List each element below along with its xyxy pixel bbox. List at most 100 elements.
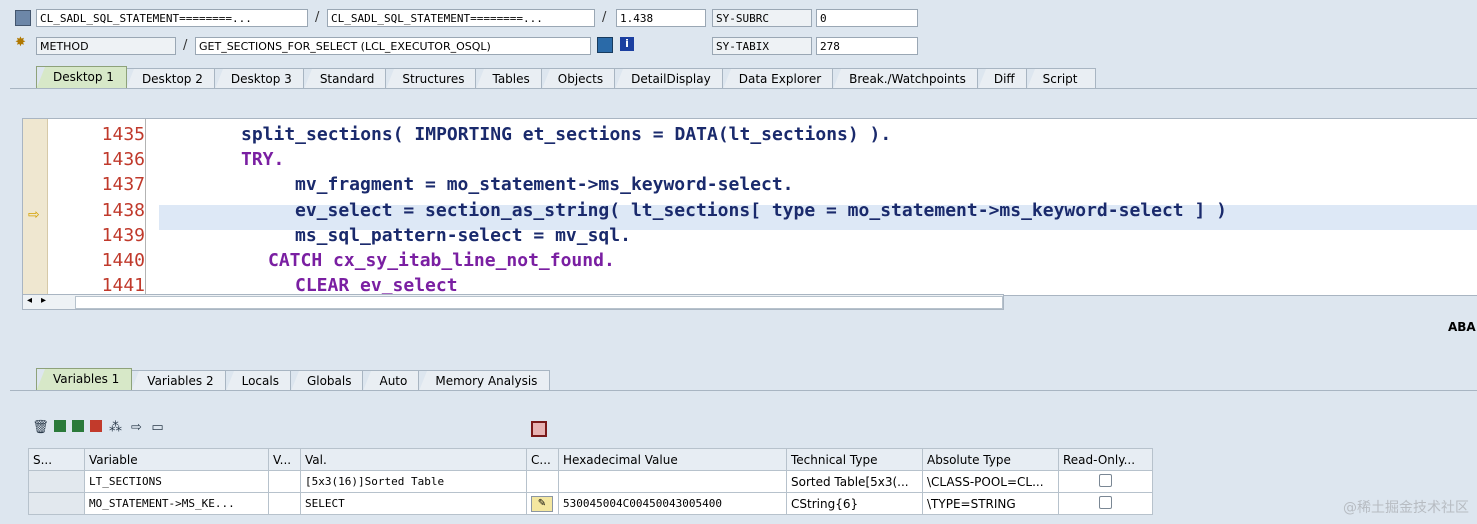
tab-standard[interactable]: Standard (302, 68, 388, 89)
tab-globals[interactable]: Globals (289, 370, 365, 391)
tab-desktop-1[interactable]: Desktop 1 (36, 66, 127, 88)
info-icon[interactable]: i (620, 37, 634, 51)
append-row-icon[interactable] (72, 420, 84, 432)
variable-technical-type: Sorted Table[5x3(... (786, 470, 923, 493)
window-icon[interactable]: ▭ (150, 420, 165, 435)
separator: / (183, 38, 188, 53)
variable-change: ✎ (526, 492, 559, 515)
line-number: 1441 (101, 275, 145, 296)
tab-objects[interactable]: Objects (540, 68, 617, 89)
line-number: 1436 (101, 149, 145, 170)
save-icon[interactable] (531, 421, 547, 437)
table-row[interactable]: LT_SECTIONS [5x3(16)]Sorted Table Sorted… (28, 470, 1153, 493)
separator: / (315, 10, 320, 25)
line-number: 1438 (101, 200, 145, 221)
scroll-left-icon[interactable]: ◂ (27, 295, 32, 306)
method-name-field[interactable]: GET_SECTIONS_FOR_SELECT (LCL_EXECUTOR_OS… (195, 37, 591, 55)
include-field[interactable]: CL_SADL_SQL_STATEMENT========... (327, 9, 595, 27)
delete-icon[interactable]: 🗑 (32, 420, 49, 435)
navigate-arrow-icon[interactable]: ⇨ (129, 420, 144, 435)
read-only-cell (1058, 470, 1153, 493)
edit-pencil-icon[interactable]: ✎ (531, 496, 553, 512)
line-field[interactable]: 1.438 (616, 9, 706, 27)
code-line: mv_fragment = mo_statement->ms_keyword-s… (295, 174, 794, 195)
scroll-right-icon[interactable]: ▸ (41, 295, 46, 306)
code-line: CLEAR ev_select (295, 275, 458, 296)
line-number: 1440 (101, 250, 145, 271)
table-row[interactable]: MO_STATEMENT->MS_KE... SELECT ✎ 53004500… (28, 492, 1153, 515)
tab-script[interactable]: Script (1025, 68, 1096, 89)
abap-label: ABA (1448, 320, 1476, 334)
code-line: ev_select = section_as_string( lt_sectio… (295, 200, 1227, 221)
col-header[interactable]: S... (28, 448, 85, 471)
col-header[interactable]: Hexadecimal Value (558, 448, 787, 471)
col-header[interactable]: V... (268, 448, 301, 471)
tab-underline (10, 390, 1477, 391)
line-number: 1435 (101, 124, 145, 145)
tab-variables-2[interactable]: Variables 2 (130, 370, 227, 391)
variable-value[interactable]: SELECT (300, 492, 527, 515)
tab-breakpoints[interactable]: Break./Watchpoints (832, 68, 979, 89)
variable-name[interactable]: LT_SECTIONS (84, 470, 269, 493)
tab-variables-1[interactable]: Variables 1 (36, 368, 133, 390)
method-icon: ✸ (15, 35, 26, 50)
separator: / (602, 10, 607, 25)
code-line: ms_sql_pattern-select = mv_sql. (295, 225, 631, 246)
line-number-divider (145, 119, 146, 295)
tab-memory-analysis[interactable]: Memory Analysis (418, 370, 551, 391)
tab-detail-display[interactable]: DetailDisplay (614, 68, 724, 89)
sysvar-value-field[interactable]: 0 (816, 9, 918, 27)
program-field[interactable]: CL_SADL_SQL_STATEMENT========... (36, 9, 308, 27)
col-header[interactable]: Read-Only... (1058, 448, 1153, 471)
col-header[interactable]: C... (526, 448, 559, 471)
source-editor[interactable]: ⇨ 1435 1436 1437 1438 1439 1440 1441 spl… (22, 118, 1477, 296)
tab-auto[interactable]: Auto (362, 370, 421, 391)
variable-value[interactable]: [5x3(16)]Sorted Table (300, 470, 527, 493)
sysvar2-name-field[interactable]: SY-TABIX (712, 37, 812, 55)
line-number: 1437 (101, 174, 145, 195)
scroll-thumb[interactable] (75, 296, 1003, 309)
navigate-icon[interactable] (597, 37, 613, 53)
tab-data-explorer[interactable]: Data Explorer (721, 68, 835, 89)
variable-hex: 530045004C00450043005400 (558, 492, 787, 515)
variable-absolute-type: \CLASS-POOL=CL... (922, 470, 1059, 493)
read-only-checkbox[interactable] (1099, 495, 1112, 509)
col-header[interactable]: Absolute Type (922, 448, 1059, 471)
variable-name[interactable]: MO_STATEMENT->MS_KE... (84, 492, 269, 515)
tab-desktop-2[interactable]: Desktop 2 (124, 68, 216, 89)
code-line: split_sections( IMPORTING et_sections = … (241, 124, 892, 145)
tab-locals[interactable]: Locals (224, 370, 292, 391)
insert-row-icon[interactable] (54, 420, 66, 432)
desktop-tabs: Desktop 1 Desktop 2 Desktop 3 Standard S… (36, 66, 1096, 89)
sysvar-name-field[interactable]: SY-SUBRC (712, 9, 812, 27)
variable-v (268, 470, 301, 493)
variables-table: S... Variable V... Val. C... Hexadecimal… (28, 448, 1153, 515)
sysvar2-value-field[interactable]: 278 (816, 37, 918, 55)
type-field[interactable]: METHOD (36, 37, 176, 55)
watermark: @稀土掘金技术社区 (1343, 500, 1469, 516)
code-line: CATCH cx_sy_itab_line_not_found. (268, 250, 615, 271)
insert-block-icon[interactable] (90, 420, 102, 432)
row-selector[interactable] (28, 470, 85, 493)
col-header[interactable]: Technical Type (786, 448, 923, 471)
variable-absolute-type: \TYPE=STRING (922, 492, 1059, 515)
line-number: 1439 (101, 225, 145, 246)
row-selector[interactable] (28, 492, 85, 515)
tab-desktop-3[interactable]: Desktop 3 (213, 68, 305, 89)
variable-technical-type: CString{6} (786, 492, 923, 515)
read-only-checkbox[interactable] (1099, 473, 1112, 487)
tab-tables[interactable]: Tables (475, 68, 543, 89)
col-header[interactable]: Val. (300, 448, 527, 471)
hierarchy-icon[interactable]: ⁂ (108, 420, 123, 435)
horizontal-scrollbar[interactable]: ◂ ▸ (22, 294, 1004, 310)
tab-diff[interactable]: Diff (976, 68, 1028, 89)
tab-structures[interactable]: Structures (385, 68, 478, 89)
variable-v (268, 492, 301, 515)
table-header-row: S... Variable V... Val. C... Hexadecimal… (28, 448, 1153, 471)
read-only-cell (1058, 492, 1153, 515)
col-header[interactable]: Variable (84, 448, 269, 471)
program-icon (15, 10, 31, 26)
code-line: TRY. (241, 149, 285, 170)
variable-change (526, 470, 559, 493)
variable-toolbar: 🗑 ⁂ ⇨ ▭ (32, 420, 165, 435)
